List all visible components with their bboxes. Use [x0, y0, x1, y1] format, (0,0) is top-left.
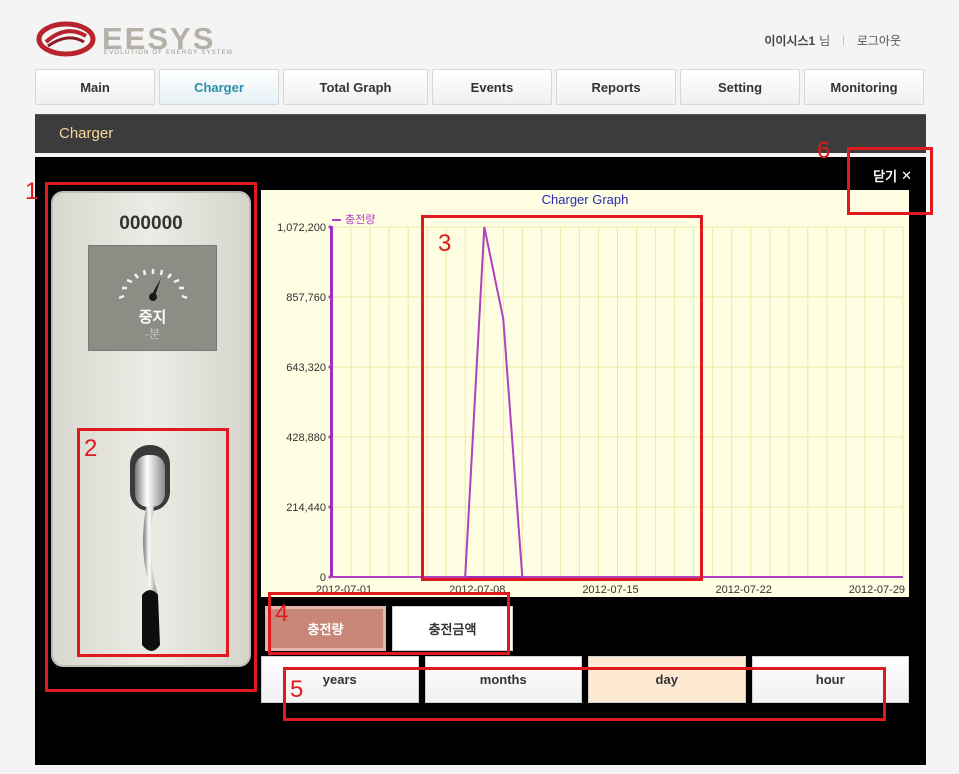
- annotation-label-1: 1: [25, 178, 39, 205]
- divider: |: [842, 35, 845, 46]
- user-area: 이이시스1 님 | 로그아웃: [764, 32, 901, 49]
- range-button-day[interactable]: day: [588, 656, 746, 703]
- annotation-label-6: 6: [817, 137, 831, 164]
- charger-status: 중지: [138, 309, 167, 326]
- range-button-months[interactable]: months: [424, 656, 582, 703]
- user-suffix: 님: [819, 34, 831, 48]
- metric-button-charge-cost[interactable]: 충전금액: [392, 606, 513, 651]
- charger-status-box: 중지 -분: [88, 245, 217, 351]
- legend-label: 충전량: [345, 213, 375, 226]
- tab-setting[interactable]: Setting: [680, 69, 800, 105]
- page-title: Charger: [59, 125, 114, 142]
- charger-panel: 닫기 ✕ 000000 중지 -분 Charger Graph 충전량 0 21…: [35, 157, 926, 765]
- x-tick-label: 2012-07-08: [449, 584, 505, 596]
- charger-duration: -분: [144, 327, 161, 341]
- tab-reports[interactable]: Reports: [556, 69, 676, 105]
- tab-charger[interactable]: Charger: [159, 69, 279, 105]
- annotation-label-3: 3: [438, 230, 452, 257]
- close-label: 닫기: [873, 169, 898, 184]
- tab-main[interactable]: Main: [35, 69, 155, 105]
- x-tick-label: 2012-07-22: [716, 584, 772, 596]
- x-tick-label: 2012-07-01: [316, 584, 372, 596]
- y-tick-label: 428,880: [286, 432, 326, 444]
- charger-device[interactable]: 000000 중지 -분: [51, 191, 251, 667]
- eesys-logo[interactable]: EESYS EVOLUTION OF ENERGY SYSTEM: [36, 20, 246, 60]
- page-title-bar: Charger: [35, 114, 926, 153]
- tab-monitoring[interactable]: Monitoring: [804, 69, 924, 105]
- logout-link[interactable]: 로그아웃: [857, 32, 901, 49]
- range-button-years[interactable]: years: [261, 656, 419, 703]
- y-tick-label: 857,760: [286, 292, 326, 304]
- annotation-label-2: 2: [84, 435, 98, 462]
- main-nav: Main Charger Total Graph Events Reports …: [35, 69, 925, 105]
- charging-plug-icon: [130, 445, 170, 651]
- charger-code: 000000: [119, 213, 183, 234]
- x-tick-label: 2012-07-15: [582, 584, 638, 596]
- close-icon: ✕: [901, 167, 912, 183]
- y-tick-label: 643,320: [286, 362, 326, 374]
- x-tick-label: 2012-07-29: [849, 584, 905, 596]
- user-name: 이이시스1: [764, 34, 816, 48]
- chart-svg: Charger Graph 충전량 0 214,440 428,880 643,320…: [277, 192, 905, 596]
- logo-tagline: EVOLUTION OF ENERGY SYSTEM: [104, 50, 234, 56]
- tab-events[interactable]: Events: [432, 69, 552, 105]
- y-tick-label: 214,440: [286, 502, 326, 514]
- annotation-label-5: 5: [290, 676, 304, 703]
- close-button[interactable]: 닫기 ✕: [873, 166, 912, 185]
- tab-total-graph[interactable]: Total Graph: [283, 69, 428, 105]
- gauge-icon: [118, 269, 188, 301]
- y-axis: [330, 226, 333, 577]
- range-button-hour[interactable]: hour: [751, 656, 909, 703]
- y-tick-label: 1,072,200: [277, 222, 326, 234]
- logo-swirl-icon: [36, 21, 96, 57]
- y-tick-label: 0: [320, 572, 326, 584]
- range-selector: years months day hour: [261, 656, 909, 703]
- charger-graph: Charger Graph 충전량 0 214,440 428,880 643,320…: [261, 190, 909, 597]
- annotation-label-4: 4: [275, 600, 289, 627]
- chart-title: Charger Graph: [542, 192, 629, 207]
